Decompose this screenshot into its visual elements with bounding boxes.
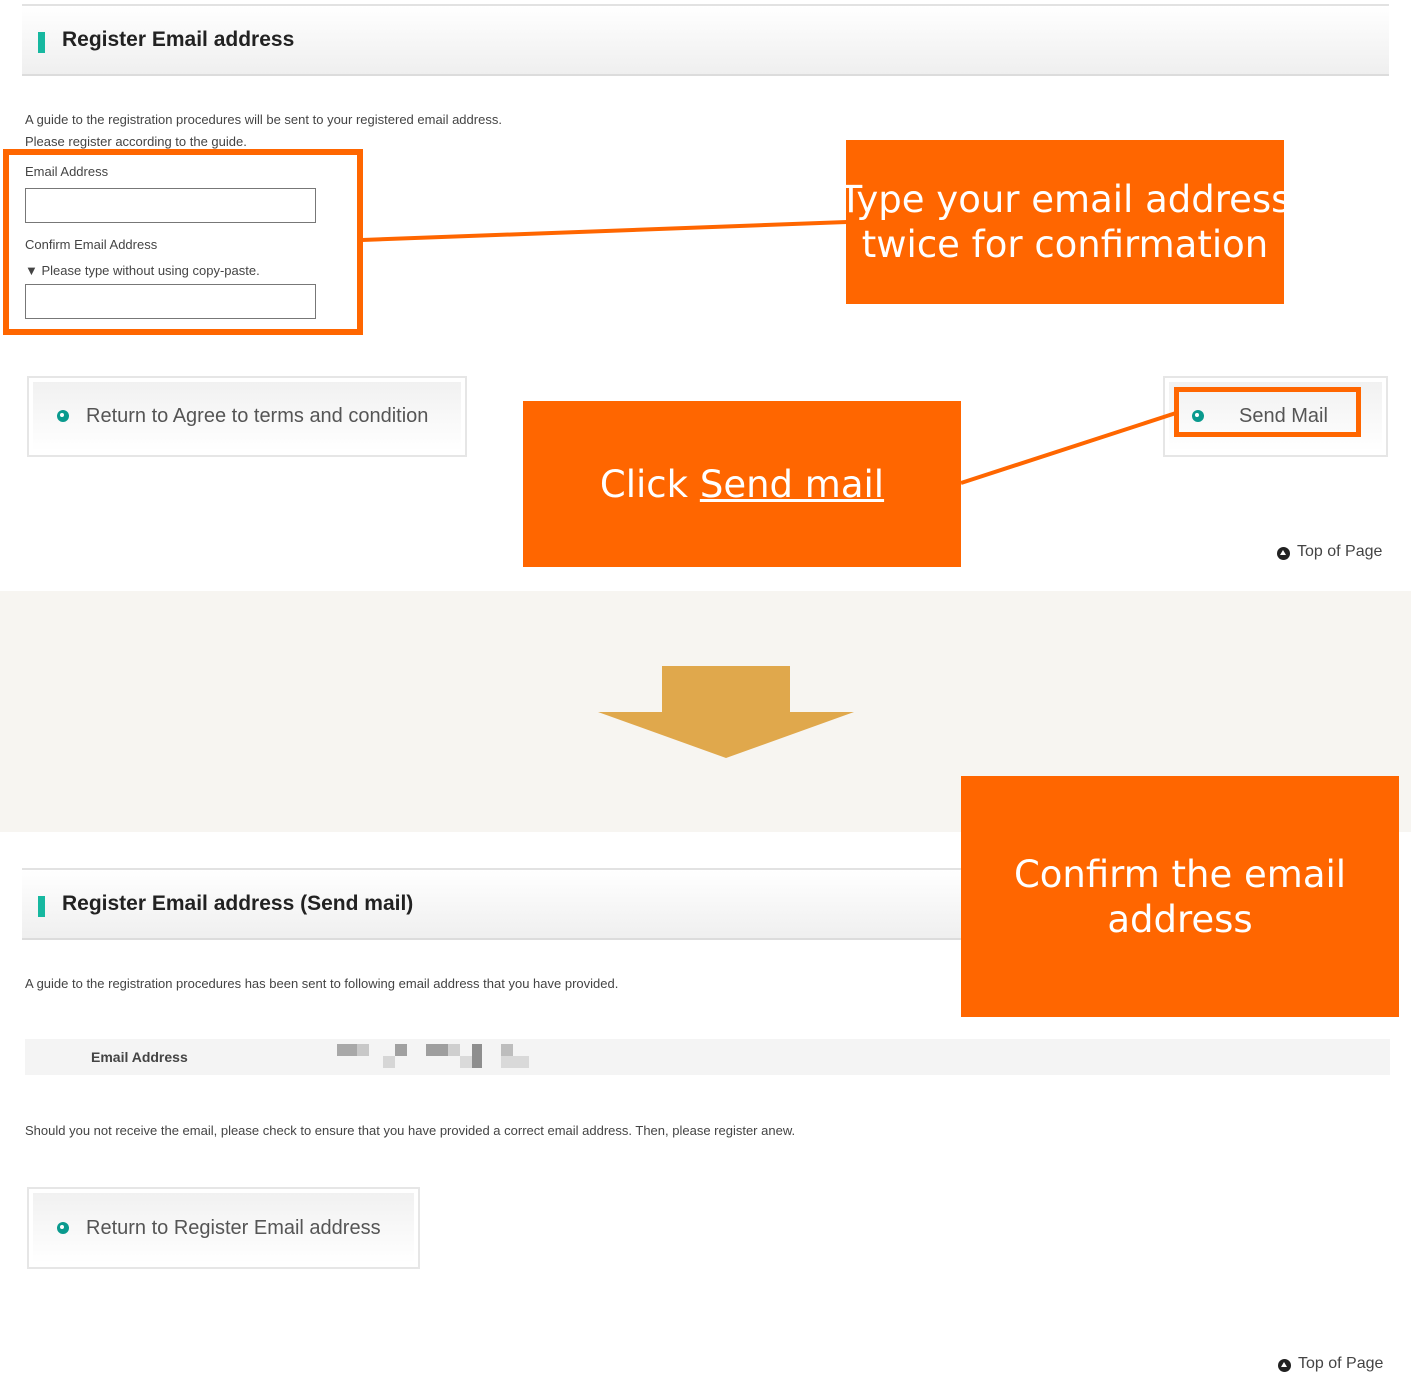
callout-confirm-email: Confirm the email address <box>961 776 1399 1017</box>
callout-click-prefix: Click <box>599 462 700 506</box>
sent-page-title: Register Email address (Send mail) <box>62 892 414 915</box>
not-received-note: Should you not receive the email, please… <box>25 1123 796 1138</box>
callout-type-email-line2: twice for confirmation <box>861 223 1269 266</box>
email-address-row: Email Address <box>25 1039 1390 1075</box>
callout-click-send: Click Send mail <box>523 401 961 567</box>
sent-intro-text: A guide to the registration procedures h… <box>25 976 619 991</box>
callout-confirm-line2: address <box>1107 897 1253 941</box>
callout-type-email-line1: Type your email address <box>839 178 1291 221</box>
arrow-down-icon <box>598 666 854 758</box>
callout-click-send-text: Click Send mail <box>600 462 884 507</box>
top-of-page-link-bottom[interactable]: Top of Page <box>1298 1355 1383 1373</box>
arrow-up-circle-icon <box>1278 1359 1291 1372</box>
redacted-email-value <box>337 1042 547 1070</box>
connector-line-send <box>960 411 1177 485</box>
bullet-icon <box>57 1222 69 1234</box>
callout-send-mail-link: Send mail <box>699 462 885 506</box>
callout-type-email: Type your email address twice for confir… <box>840 140 1290 304</box>
callout-confirm-line1: Confirm the email <box>1013 852 1347 896</box>
return-to-register-button[interactable]: Return to Register Email address <box>27 1187 420 1269</box>
section-marker <box>38 896 45 917</box>
sent-email-label: Email Address <box>91 1049 188 1065</box>
return-to-register-label: Return to Register Email address <box>86 1217 381 1239</box>
connector-line-fields <box>361 220 848 242</box>
